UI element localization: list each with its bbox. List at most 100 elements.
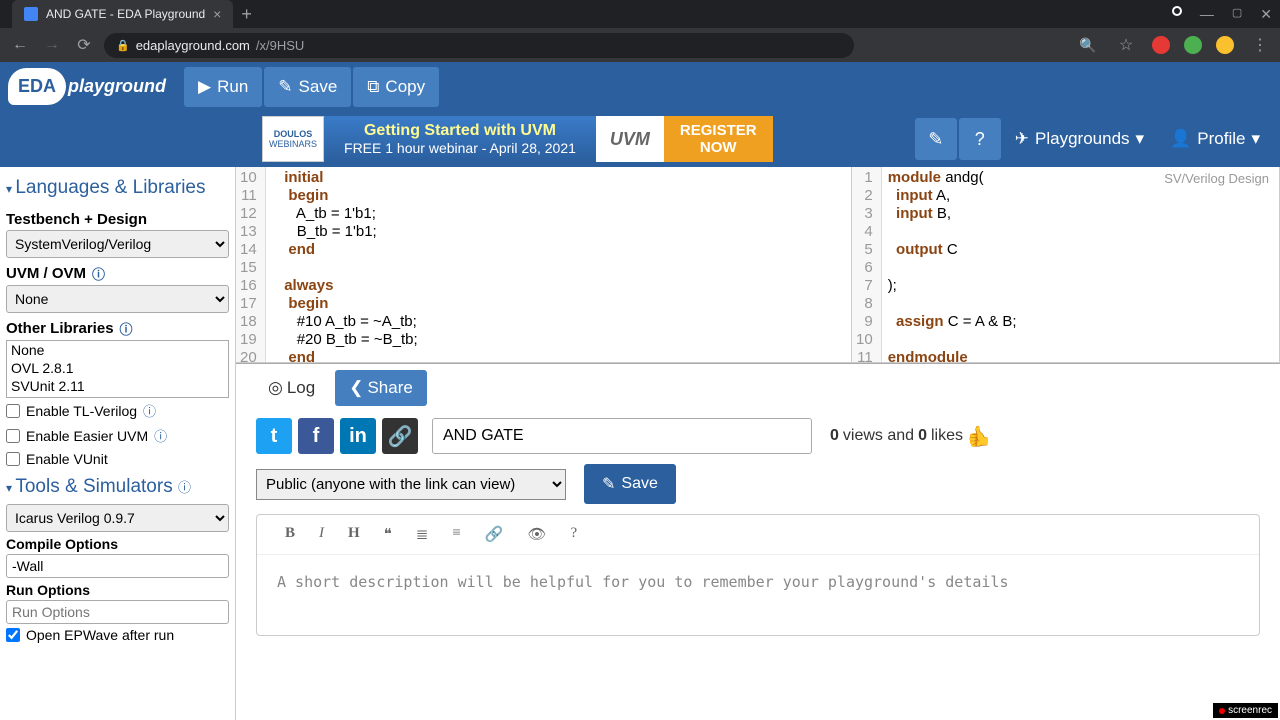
- star-icon[interactable]: ☆: [1114, 35, 1138, 55]
- checkbox-tl-verilog[interactable]: Enable TL-Verilogⓘ: [6, 398, 229, 423]
- profile-dropdown[interactable]: 👤Profile▾: [1158, 119, 1272, 159]
- edit-button[interactable]: ✎: [915, 118, 957, 160]
- ad-banner[interactable]: DOULOSWEBINARS Getting Started with UVMF…: [262, 116, 773, 162]
- code-area[interactable]: initial begin A_tb = 1'b1; B_tb = 1'b1; …: [266, 167, 424, 362]
- label-run-options: Run Options: [6, 578, 229, 600]
- caret-icon: ▾: [1251, 129, 1260, 149]
- window-close-icon[interactable]: ✕: [1260, 6, 1272, 23]
- reload-icon[interactable]: ⟳: [72, 35, 96, 55]
- close-icon[interactable]: ×: [213, 6, 221, 22]
- link-icon[interactable]: 🔗: [485, 525, 504, 544]
- link-icon[interactable]: 🔗: [382, 418, 418, 454]
- section-tools[interactable]: Tools & Simulators ⓘ: [6, 470, 229, 504]
- visibility-select[interactable]: Public (anyone with the link can view): [256, 469, 566, 500]
- pane-label: SV/Verilog Design: [1164, 171, 1269, 186]
- back-icon[interactable]: ←: [8, 36, 32, 54]
- send-icon: ✈: [1015, 129, 1029, 149]
- app-header: EDA playground ▶Run ✎Save ⧉Copy: [0, 62, 1280, 111]
- label-uvm-ovm: UVM / OVMⓘ: [6, 258, 229, 285]
- copy-button[interactable]: ⧉Copy: [353, 67, 439, 107]
- playgrounds-dropdown[interactable]: ✈Playgrounds▾: [1003, 119, 1156, 159]
- label-other-libraries: Other Librariesⓘ: [6, 313, 229, 340]
- logo-mark: EDA: [8, 68, 66, 105]
- tab-share[interactable]: ❮Share: [335, 370, 427, 406]
- help-icon[interactable]: ?: [571, 525, 578, 544]
- menu-icon[interactable]: ⋮: [1248, 35, 1272, 55]
- ad-text: Getting Started with UVMFREE 1 hour webi…: [324, 116, 596, 162]
- ad-brand: DOULOSWEBINARS: [262, 116, 324, 162]
- stats-text: 0 views and 0 likes 👍: [830, 424, 992, 449]
- ul-icon[interactable]: ≣: [416, 525, 429, 544]
- forward-icon[interactable]: →: [40, 36, 64, 54]
- info-icon[interactable]: ⓘ: [120, 319, 133, 338]
- sidebar: Languages & Libraries Testbench + Design…: [0, 167, 236, 720]
- tab-title: AND GATE - EDA Playground: [46, 7, 205, 21]
- description-textarea[interactable]: A short description will be helpful for …: [257, 555, 1259, 635]
- heading-icon[interactable]: H: [348, 525, 360, 544]
- label-compile-options: Compile Options: [6, 532, 229, 554]
- label-testbench-design: Testbench + Design: [6, 205, 229, 230]
- run-button[interactable]: ▶Run: [184, 67, 262, 107]
- help-icon: ?: [975, 129, 985, 150]
- bold-icon[interactable]: B: [285, 525, 295, 544]
- help-button[interactable]: ?: [959, 118, 1001, 160]
- share-save-button[interactable]: ✎Save: [584, 464, 676, 504]
- tab-log[interactable]: ◎Log: [254, 370, 329, 406]
- info-icon[interactable]: ⓘ: [143, 401, 156, 420]
- maximize-icon[interactable]: ▢: [1232, 6, 1242, 23]
- browser-tab[interactable]: AND GATE - EDA Playground ×: [12, 0, 233, 28]
- select-simulator[interactable]: Icarus Verilog 0.9.7: [6, 504, 229, 532]
- logo[interactable]: EDA playground: [8, 68, 166, 105]
- copy-icon: ⧉: [367, 77, 379, 97]
- list-item[interactable]: None: [7, 341, 228, 359]
- section-languages[interactable]: Languages & Libraries: [6, 171, 229, 205]
- info-icon[interactable]: ⓘ: [154, 426, 167, 445]
- description-box: B I H ❝ ≣ ≡ 🔗 👁 ? A short description wi…: [256, 514, 1260, 636]
- ol-icon[interactable]: ≡: [452, 525, 460, 544]
- code-area[interactable]: module andg( input A, input B, output C …: [882, 167, 1023, 362]
- list-item[interactable]: SVUnit 2.11: [7, 377, 228, 395]
- extension-icon[interactable]: [1184, 36, 1202, 54]
- italic-icon[interactable]: I: [319, 525, 324, 544]
- preview-icon[interactable]: 👁: [528, 525, 547, 544]
- input-compile-options[interactable]: [6, 554, 229, 578]
- save-button[interactable]: ✎Save: [264, 67, 351, 107]
- zoom-icon[interactable]: 🔍: [1076, 37, 1100, 54]
- input-run-options[interactable]: [6, 600, 229, 624]
- url-path: /x/9HSU: [256, 38, 304, 53]
- checkbox-easier-uvm[interactable]: Enable Easier UVMⓘ: [6, 423, 229, 448]
- twitter-icon[interactable]: t: [256, 418, 292, 454]
- listbox-libraries[interactable]: None OVL 2.8.1 SVUnit 2.11: [6, 340, 229, 398]
- record-dot-icon: [1219, 708, 1225, 714]
- select-testbench[interactable]: SystemVerilog/Verilog: [6, 230, 229, 258]
- ad-register[interactable]: REGISTERNOW: [664, 116, 773, 162]
- design-editor[interactable]: SV/Verilog Design 1234567891011 module a…: [852, 167, 1280, 362]
- browser-url-bar: ← → ⟳ 🔒 edaplayground.com/x/9HSU 🔍 ☆ ⋮: [0, 28, 1280, 62]
- facebook-icon[interactable]: f: [298, 418, 334, 454]
- testbench-editor[interactable]: 101112131415161718192021 initial begin A…: [236, 167, 852, 362]
- linkedin-icon[interactable]: in: [340, 418, 376, 454]
- record-icon[interactable]: [1172, 6, 1182, 16]
- playground-name-input[interactable]: [432, 418, 812, 454]
- minimize-icon[interactable]: —: [1200, 6, 1214, 23]
- thumb-icon[interactable]: 👍: [967, 424, 992, 449]
- sub-header: DOULOSWEBINARS Getting Started with UVMF…: [0, 111, 1280, 167]
- target-icon: ◎: [268, 378, 283, 398]
- new-tab-button[interactable]: +: [241, 4, 252, 25]
- markdown-toolbar: B I H ❝ ≣ ≡ 🔗 👁 ?: [257, 515, 1259, 555]
- caret-icon: ▾: [1136, 129, 1145, 149]
- list-item[interactable]: OVL 2.8.1: [7, 359, 228, 377]
- user-icon: 👤: [1170, 129, 1191, 149]
- avatar-icon[interactable]: [1216, 36, 1234, 54]
- favicon: [24, 7, 38, 21]
- address-bar[interactable]: 🔒 edaplayground.com/x/9HSU: [104, 33, 854, 58]
- info-icon[interactable]: ⓘ: [178, 480, 191, 495]
- extension-icon[interactable]: [1152, 36, 1170, 54]
- checkbox-epwave[interactable]: Open EPWave after run: [6, 624, 229, 646]
- checkbox-vunit[interactable]: Enable VUnit: [6, 448, 229, 470]
- quote-icon[interactable]: ❝: [384, 525, 392, 544]
- info-icon[interactable]: ⓘ: [92, 264, 105, 283]
- pencil-icon: ✎: [278, 77, 292, 97]
- select-uvm[interactable]: None: [6, 285, 229, 313]
- pencil-icon: ✎: [602, 474, 615, 494]
